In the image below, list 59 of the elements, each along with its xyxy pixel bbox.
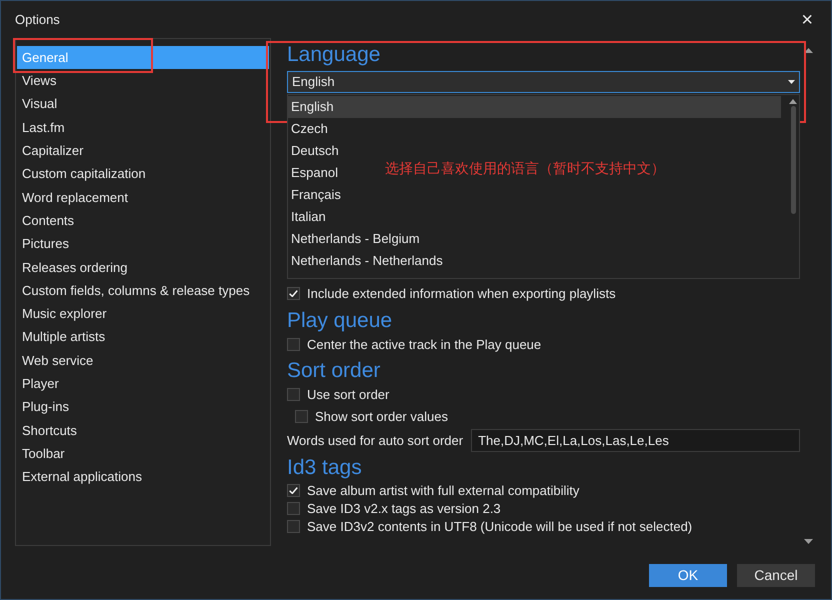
sidebar-item[interactable]: Web service <box>17 348 269 372</box>
sidebar-item[interactable]: Shortcuts <box>17 418 269 442</box>
language-select[interactable]: English <box>287 71 800 93</box>
checkbox[interactable] <box>287 388 300 401</box>
ok-button[interactable]: OK <box>649 564 727 587</box>
checkbox[interactable] <box>287 520 300 533</box>
checkbox-option[interactable]: Use sort order <box>287 386 800 403</box>
sidebar-item[interactable]: Player <box>17 372 269 396</box>
section-heading: Play queue <box>287 309 394 333</box>
checkbox[interactable] <box>287 484 300 497</box>
checkbox-option[interactable]: Show sort order values <box>295 408 800 425</box>
dropdown-option[interactable]: Français <box>288 184 344 206</box>
section-heading: Language <box>287 43 382 67</box>
checkbox-option[interactable]: Center the active track in the Play queue <box>287 336 800 353</box>
sidebar-item[interactable]: Music explorer <box>17 302 269 326</box>
checkbox-option[interactable]: Save ID3 v2.x tags as version 2.3 <box>287 500 800 517</box>
sidebar-item[interactable]: Word replacement <box>17 186 269 210</box>
dropdown-option[interactable]: Netherlands - Netherlands <box>288 250 446 272</box>
checkbox[interactable] <box>287 502 300 515</box>
checkbox[interactable] <box>287 287 300 300</box>
content-scrollbar[interactable] <box>801 48 815 544</box>
dropdown-option[interactable]: Italian <box>288 206 329 228</box>
dropdown-option[interactable]: Netherlands - Belgium <box>288 228 423 250</box>
checkbox-option[interactable]: Include extended information when exporting playlists <box>287 285 800 302</box>
sidebar-item[interactable]: Pictures <box>17 232 269 256</box>
sidebar-item[interactable]: Plug-ins <box>17 395 269 419</box>
cancel-button[interactable]: Cancel <box>737 564 815 587</box>
section-heading: Id3 tags <box>287 456 363 480</box>
sidebar-item[interactable]: Views <box>17 69 269 93</box>
sidebar-item[interactable]: Visual <box>17 92 269 116</box>
dropdown-option[interactable]: Czech <box>288 118 331 140</box>
checkmark-icon <box>289 487 298 494</box>
sidebar-item[interactable]: Capitalizer <box>17 139 269 162</box>
scroll-down-icon[interactable] <box>804 539 812 544</box>
checkbox[interactable] <box>295 410 308 423</box>
close-button[interactable]: × <box>797 10 817 30</box>
dropdown-caret-icon <box>788 80 795 84</box>
scroll-up-icon[interactable] <box>789 99 797 104</box>
checkbox-option[interactable]: Save album artist with full external compatibility <box>287 482 800 499</box>
dropdown-option[interactable]: English <box>288 96 781 118</box>
dropdown-option[interactable]: Espanol <box>288 162 341 184</box>
checkbox-option[interactable]: Save ID3v2 contents in UTF8 (Unicode will be used if not selected) <box>287 518 800 535</box>
sidebar-item[interactable]: Custom capitalization <box>17 162 269 186</box>
sidebar-item[interactable]: Multiple artists <box>17 326 269 349</box>
section-heading: Sort order <box>287 359 382 383</box>
checkmark-icon <box>289 290 298 297</box>
checkbox[interactable] <box>287 338 300 351</box>
scroll-up-icon[interactable] <box>804 48 812 53</box>
dropdown-option[interactable]: Deutsch <box>288 140 342 162</box>
sidebar-item[interactable]: External applications <box>17 465 269 489</box>
sidebar-item[interactable]: Releases ordering <box>17 256 269 279</box>
annotation-note: 选择自己喜欢使用的语言（暂时不支持中文） <box>385 159 665 178</box>
window-title: Options <box>15 10 60 29</box>
sidebar-item[interactable]: Custom fields, columns & release types <box>17 278 269 302</box>
sort-words-input[interactable]: The,DJ,MC,El,La,Los,Las,Le,Les <box>471 429 800 452</box>
sidebar-item[interactable]: Contents <box>17 209 269 232</box>
sidebar-item[interactable]: Last.fm <box>17 116 269 140</box>
field-label: Words used for auto sort order <box>287 432 464 450</box>
sidebar-item[interactable]: Toolbar <box>17 442 269 466</box>
